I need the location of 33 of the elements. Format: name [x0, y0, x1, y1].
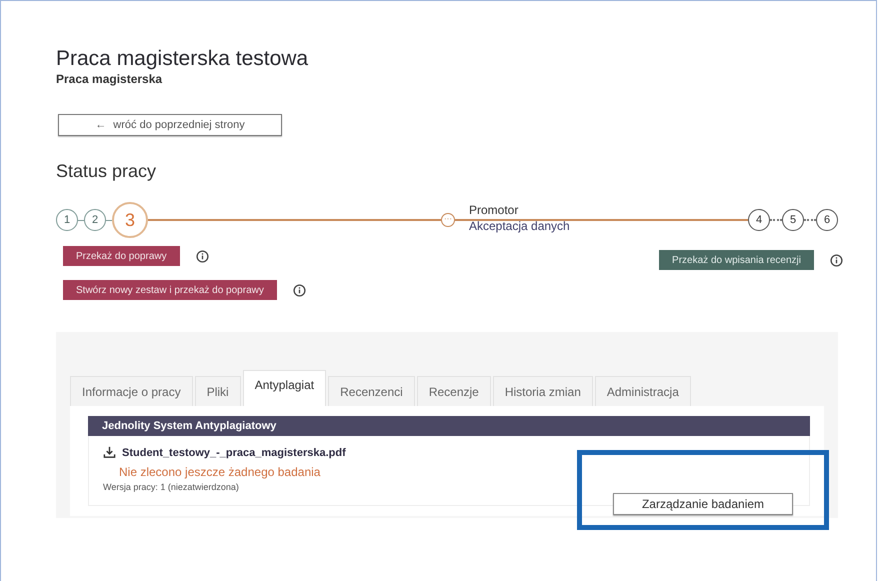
arrow-left-icon: ← [95, 119, 106, 131]
step-circle: 5 [782, 209, 804, 231]
substep-circle: ··· [441, 213, 455, 227]
tab[interactable]: Informacje o pracy [70, 376, 193, 406]
step-circle: 2 [84, 209, 106, 231]
version-text: Wersja pracy: 1 (niezatwierdzona) [103, 482, 240, 492]
step-circle: 1 [56, 209, 78, 231]
action-button[interactable]: Przekaż do wpisania recenzji [659, 250, 814, 270]
tab[interactable]: Recenzje [416, 376, 491, 406]
download-icon[interactable] [103, 446, 116, 459]
step-role: Promotor [469, 203, 520, 218]
action-button[interactable]: Przekaż do poprawy [63, 246, 180, 266]
tab[interactable]: Antyplagiat [242, 370, 326, 406]
info-icon[interactable] [292, 284, 306, 296]
tab[interactable]: Historia zmian [492, 376, 593, 406]
step-circle: 6 [816, 209, 838, 231]
status-message: Nie zlecono jeszcze żadnego badania [119, 465, 322, 479]
action-button[interactable]: Stwórz nowy zestaw i przekaż do poprawy [63, 280, 277, 300]
step-circle: 3 [112, 202, 148, 238]
section-heading: Status pracy [56, 161, 158, 182]
manage-button[interactable]: Zarządzanie badaniem [613, 493, 793, 515]
page-title: Praca magisterska testowa [56, 47, 310, 71]
page-subtitle: Praca magisterska [56, 72, 164, 86]
back-button[interactable]: ← wróć do poprzedniej strony [58, 114, 282, 136]
tab[interactable]: Recenzenci [328, 376, 415, 406]
section-header-bar: Jednolity System Antyplagiatowy [88, 416, 810, 436]
step-action: Akceptacja danych [469, 218, 570, 234]
info-icon[interactable] [830, 254, 843, 266]
info-icon[interactable] [196, 250, 209, 262]
tab[interactable]: Pliki [194, 376, 241, 406]
tab[interactable]: Administracja [594, 376, 691, 406]
file-link[interactable]: Student_testowy_-_praca_magisterska.pdf [122, 446, 346, 458]
step-circle: 4 [748, 209, 770, 231]
